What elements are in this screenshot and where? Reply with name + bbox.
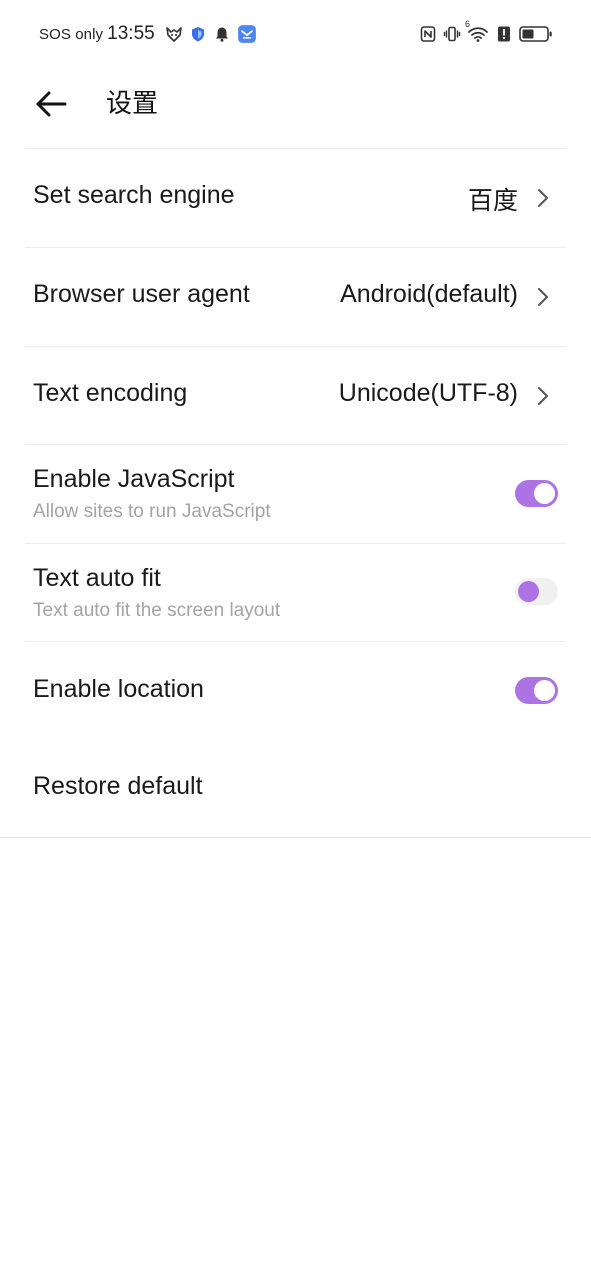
toggle-knob [534, 680, 555, 701]
toggle-knob [534, 483, 555, 504]
nfc-icon [420, 26, 436, 42]
setting-value: Unicode(UTF-8) [338, 379, 518, 407]
location-toggle[interactable] [515, 677, 558, 704]
chevron-right-icon [538, 387, 548, 405]
arrow-left-icon [36, 91, 67, 117]
clock: 13:55 [107, 23, 155, 44]
status-bar: SOS only 13:55 6 [0, 0, 591, 66]
setting-javascript[interactable]: Enable JavaScript Allow sites to run Jav… [25, 444, 566, 543]
setting-text-auto-fit[interactable]: Text auto fit Text auto fit the screen l… [25, 543, 566, 641]
setting-sublabel: Text auto fit the screen layout [33, 600, 281, 621]
setting-value: 百度 [467, 187, 518, 215]
setting-text-encoding[interactable]: Text encoding Unicode(UTF-8) [25, 346, 566, 444]
wifi-icon [468, 27, 488, 42]
setting-sublabel: Allow sites to run JavaScript [33, 501, 271, 522]
bell-icon [215, 27, 228, 42]
header: 设置 [0, 66, 591, 148]
setting-label: Enable JavaScript [33, 465, 235, 493]
setting-label: Text auto fit [33, 564, 161, 592]
chevron-right-icon [538, 189, 548, 207]
divider [0, 837, 591, 838]
fox-icon [165, 27, 182, 42]
page-title: 设置 [106, 88, 159, 118]
setting-value: Android(default) [340, 280, 518, 308]
settings-list: Set search engine 百度 Browser user agent … [0, 148, 591, 837]
chevron-right-icon [538, 288, 548, 306]
setting-search-engine[interactable]: Set search engine 百度 [25, 148, 566, 247]
alert-icon [498, 26, 510, 42]
toggle-knob [518, 581, 539, 602]
setting-label: Text encoding [33, 379, 188, 407]
restore-default-button[interactable]: Restore default [25, 739, 566, 837]
settings-screen: SOS only 13:55 6 设置 Set search engine 百度… [0, 0, 591, 1280]
back-button[interactable] [31, 84, 71, 124]
shield-icon [191, 27, 204, 42]
vibrate-icon [443, 26, 461, 42]
setting-label: Browser user agent [33, 280, 250, 308]
setting-user-agent[interactable]: Browser user agent Android(default) [25, 247, 566, 346]
battery-icon [519, 26, 552, 42]
javascript-toggle[interactable] [515, 480, 558, 507]
status-right: 6 [419, 19, 553, 46]
carrier-text: SOS only [39, 25, 104, 43]
app-notification-icon [237, 25, 256, 43]
text-auto-fit-toggle[interactable] [515, 578, 558, 605]
setting-label: Enable location [33, 675, 204, 703]
setting-label: Set search engine [33, 181, 235, 209]
setting-label: Restore default [33, 772, 203, 800]
setting-location[interactable]: Enable location [25, 641, 566, 739]
status-left: SOS only 13:55 [39, 22, 263, 46]
wifi-indicator: 6 [465, 19, 489, 43]
